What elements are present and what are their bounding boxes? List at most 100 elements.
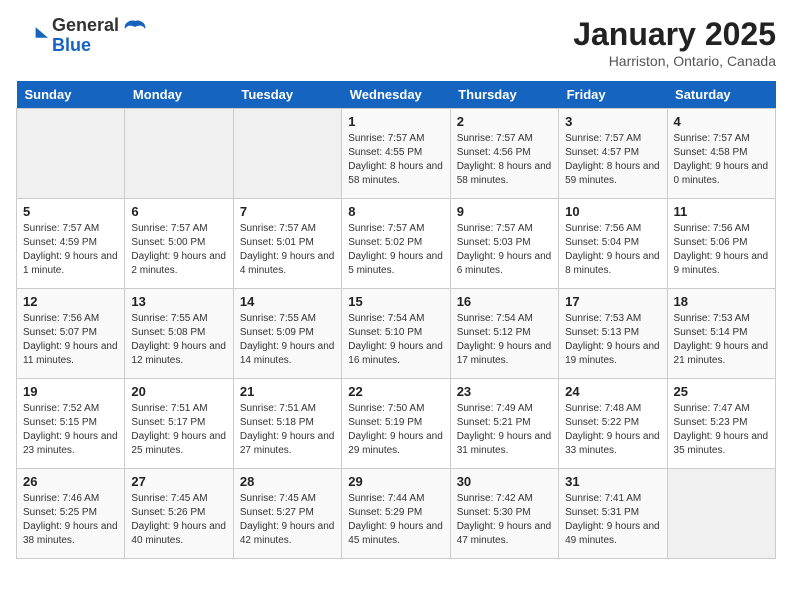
day-number: 6 [131,204,226,219]
calendar-cell: 10Sunrise: 7:56 AMSunset: 5:04 PMDayligh… [559,199,667,289]
page-header: General Blue January 2025 Harriston, Ont… [16,16,776,69]
day-info: Sunrise: 7:57 AMSunset: 4:58 PMDaylight:… [674,132,769,188]
calendar-cell [125,109,233,199]
day-number: 27 [131,474,226,489]
day-number: 30 [457,474,552,489]
day-info: Sunrise: 7:57 AMSunset: 4:55 PMDaylight:… [348,132,443,188]
day-info: Sunrise: 7:51 AMSunset: 5:17 PMDaylight:… [131,402,226,458]
day-info: Sunrise: 7:57 AMSunset: 4:57 PMDaylight:… [565,132,660,188]
calendar-title: January 2025 [573,16,776,53]
calendar-cell: 11 Sunrise: 7:56 AMSunset: 5:06 PMDayligh… [667,199,775,289]
day-info: Sunrise: 7:57 AMSunset: 5:01 PMDaylight:… [240,222,335,278]
logo: General Blue [16,16,149,56]
day-info: Sunrise: 7:57 AMSunset: 5:00 PMDaylight:… [131,222,226,278]
calendar-cell: 9Sunrise: 7:57 AMSunset: 5:03 PMDaylight… [450,199,558,289]
day-number: 15 [348,294,443,309]
weekday-header-monday: Monday [125,81,233,109]
logo-general: General [52,16,119,36]
calendar-table: SundayMondayTuesdayWednesdayThursdayFrid… [16,81,776,559]
day-number: 23 [457,384,552,399]
day-number: 21 [240,384,335,399]
day-number: 26 [23,474,118,489]
calendar-cell: 12 Sunrise: 7:56 AMSunset: 5:07 PMDayligh… [17,289,125,379]
calendar-cell: 18 Sunrise: 7:53 AMSunset: 5:14 PMDayligh… [667,289,775,379]
title-block: January 2025 Harriston, Ontario, Canada [573,16,776,69]
day-number: 29 [348,474,443,489]
weekday-header-sunday: Sunday [17,81,125,109]
day-info: Sunrise: 7:57 AMSunset: 5:02 PMDaylight:… [348,222,443,278]
calendar-week-4: 19Sunrise: 7:52 AMSunset: 5:15 PMDayligh… [17,379,776,469]
day-info: Sunrise: 7:45 AMSunset: 5:26 PMDaylight:… [131,492,226,548]
calendar-cell: 29 Sunrise: 7:44 AMSunset: 5:29 PMDayligh… [342,469,450,559]
calendar-cell: 30 Sunrise: 7:42 AMSunset: 5:30 PMDayligh… [450,469,558,559]
day-info: Sunrise: 7:52 AMSunset: 5:15 PMDaylight:… [23,402,118,458]
calendar-week-5: 26 Sunrise: 7:46 AMSunset: 5:25 PMDayligh… [17,469,776,559]
calendar-cell: 3 Sunrise: 7:57 AMSunset: 4:57 PMDaylight… [559,109,667,199]
day-number: 4 [674,114,769,129]
day-number: 13 [131,294,226,309]
day-info: Sunrise: 7:44 AMSunset: 5:29 PMDaylight:… [348,492,443,548]
day-info: Sunrise: 7:57 AMSunset: 4:59 PMDaylight:… [23,222,118,278]
day-info: Sunrise: 7:42 AMSunset: 5:30 PMDaylight:… [457,492,552,548]
calendar-cell: 25Sunrise: 7:47 AMSunset: 5:23 PMDayligh… [667,379,775,469]
calendar-cell [233,109,341,199]
day-number: 17 [565,294,660,309]
day-info: Sunrise: 7:53 AMSunset: 5:14 PMDaylight:… [674,312,769,368]
day-info: Sunrise: 7:57 AMSunset: 4:56 PMDaylight:… [457,132,552,188]
day-info: Sunrise: 7:46 AMSunset: 5:25 PMDaylight:… [23,492,118,548]
day-info: Sunrise: 7:55 AMSunset: 5:08 PMDaylight:… [131,312,226,368]
calendar-cell: 24Sunrise: 7:48 AMSunset: 5:22 PMDayligh… [559,379,667,469]
day-info: Sunrise: 7:55 AMSunset: 5:09 PMDaylight:… [240,312,335,368]
logo-text: General Blue [52,16,119,56]
day-number: 24 [565,384,660,399]
calendar-cell: 14 Sunrise: 7:55 AMSunset: 5:09 PMDayligh… [233,289,341,379]
logo-blue: Blue [52,36,119,56]
calendar-cell: 1Sunrise: 7:57 AMSunset: 4:55 PMDaylight… [342,109,450,199]
day-info: Sunrise: 7:49 AMSunset: 5:21 PMDaylight:… [457,402,552,458]
day-number: 16 [457,294,552,309]
calendar-cell [17,109,125,199]
day-number: 22 [348,384,443,399]
day-info: Sunrise: 7:56 AMSunset: 5:06 PMDaylight:… [674,222,769,278]
calendar-cell: 21Sunrise: 7:51 AMSunset: 5:18 PMDayligh… [233,379,341,469]
day-number: 2 [457,114,552,129]
calendar-cell: 20Sunrise: 7:51 AMSunset: 5:17 PMDayligh… [125,379,233,469]
day-number: 3 [565,114,660,129]
weekday-header-row: SundayMondayTuesdayWednesdayThursdayFrid… [17,81,776,109]
day-number: 8 [348,204,443,219]
calendar-cell: 8 Sunrise: 7:57 AMSunset: 5:02 PMDaylight… [342,199,450,289]
day-number: 31 [565,474,660,489]
day-number: 28 [240,474,335,489]
day-number: 9 [457,204,552,219]
weekday-header-wednesday: Wednesday [342,81,450,109]
day-info: Sunrise: 7:45 AMSunset: 5:27 PMDaylight:… [240,492,335,548]
day-number: 18 [674,294,769,309]
day-number: 14 [240,294,335,309]
calendar-body: 1Sunrise: 7:57 AMSunset: 4:55 PMDaylight… [17,109,776,559]
day-info: Sunrise: 7:41 AMSunset: 5:31 PMDaylight:… [565,492,660,548]
calendar-cell: 2 Sunrise: 7:57 AMSunset: 4:56 PMDaylight… [450,109,558,199]
calendar-cell: 31 Sunrise: 7:41 AMSunset: 5:31 PMDayligh… [559,469,667,559]
day-info: Sunrise: 7:54 AMSunset: 5:12 PMDaylight:… [457,312,552,368]
calendar-header: SundayMondayTuesdayWednesdayThursdayFrid… [17,81,776,109]
day-number: 12 [23,294,118,309]
calendar-cell: 27 Sunrise: 7:45 AMSunset: 5:26 PMDayligh… [125,469,233,559]
day-info: Sunrise: 7:56 AMSunset: 5:07 PMDaylight:… [23,312,118,368]
day-info: Sunrise: 7:47 AMSunset: 5:23 PMDaylight:… [674,402,769,458]
calendar-week-2: 5Sunrise: 7:57 AMSunset: 4:59 PMDaylight… [17,199,776,289]
day-info: Sunrise: 7:50 AMSunset: 5:19 PMDaylight:… [348,402,443,458]
calendar-cell: 15 Sunrise: 7:54 AMSunset: 5:10 PMDayligh… [342,289,450,379]
calendar-cell: 28 Sunrise: 7:45 AMSunset: 5:27 PMDayligh… [233,469,341,559]
calendar-cell [667,469,775,559]
weekday-header-friday: Friday [559,81,667,109]
day-info: Sunrise: 7:54 AMSunset: 5:10 PMDaylight:… [348,312,443,368]
weekday-header-thursday: Thursday [450,81,558,109]
calendar-cell: 7Sunrise: 7:57 AMSunset: 5:01 PMDaylight… [233,199,341,289]
day-number: 11 [674,204,769,219]
calendar-cell: 26 Sunrise: 7:46 AMSunset: 5:25 PMDayligh… [17,469,125,559]
calendar-week-3: 12 Sunrise: 7:56 AMSunset: 5:07 PMDayligh… [17,289,776,379]
calendar-cell: 4 Sunrise: 7:57 AMSunset: 4:58 PMDaylight… [667,109,775,199]
day-number: 10 [565,204,660,219]
calendar-cell: 23 Sunrise: 7:49 AMSunset: 5:21 PMDayligh… [450,379,558,469]
calendar-cell: 13 Sunrise: 7:55 AMSunset: 5:08 PMDayligh… [125,289,233,379]
